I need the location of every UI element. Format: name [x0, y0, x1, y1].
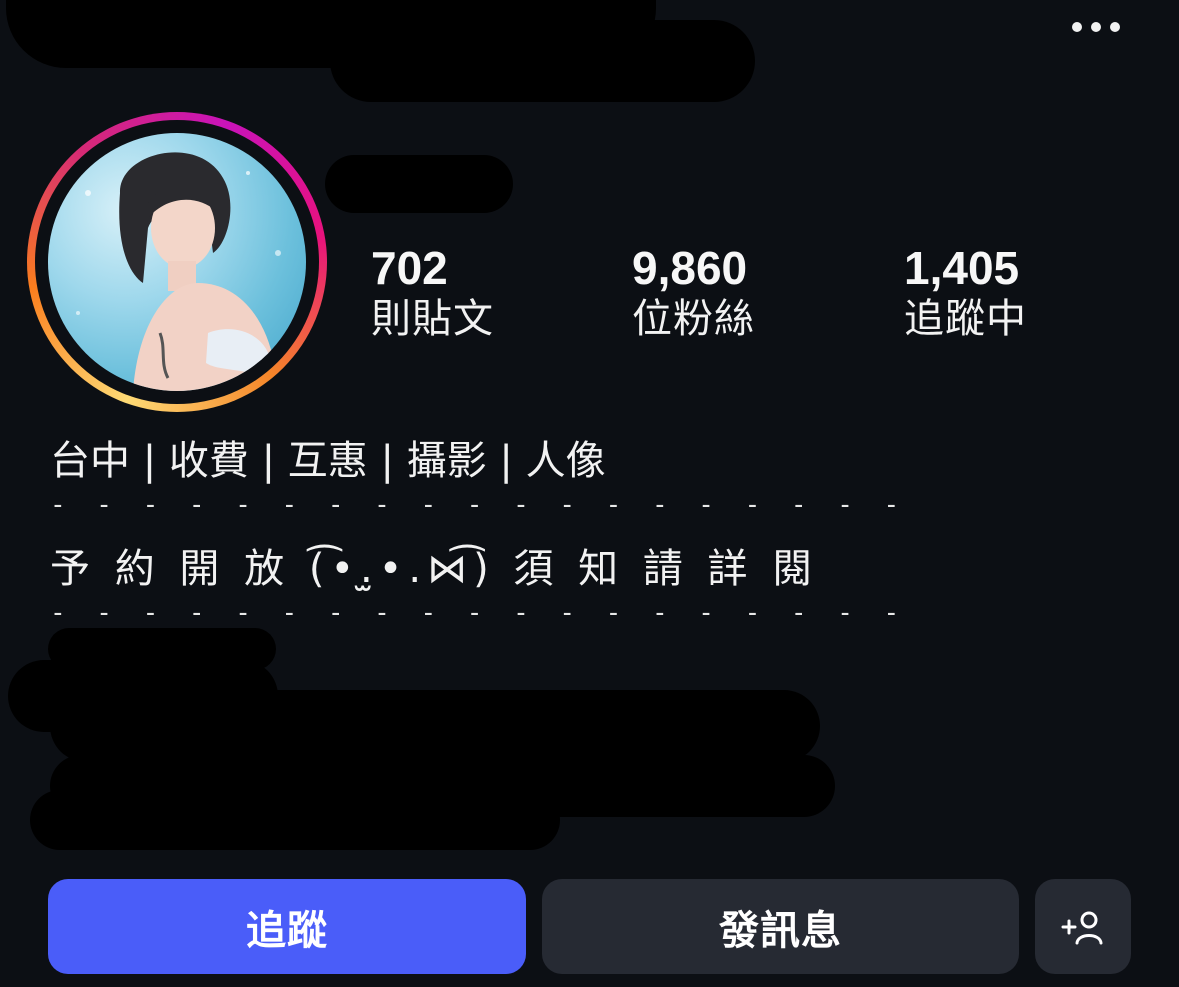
- add-user-icon: [1061, 911, 1103, 944]
- avatar-image: [76, 152, 281, 391]
- bio-line-tags: 台中 | 收費 | 互惠 | 攝影 | 人像: [50, 438, 606, 484]
- add-user-button[interactable]: [1035, 879, 1131, 974]
- following-count: 1,405: [904, 242, 1020, 294]
- follow-button[interactable]: 追蹤: [48, 879, 526, 974]
- more-horizontal-icon[interactable]: [1068, 14, 1124, 40]
- redacted-header-2: [330, 20, 755, 102]
- followers-label: 位粉絲: [632, 296, 755, 342]
- bio-divider-bottom: - - - - - - - - - - - - - - - - - - -: [50, 598, 907, 628]
- message-button[interactable]: 發訊息: [542, 879, 1019, 974]
- avatar: [48, 133, 306, 391]
- posts-label: 則貼文: [371, 296, 494, 342]
- stat-following[interactable]: 1,405 追蹤中: [904, 242, 1027, 344]
- followers-count: 9,860: [632, 242, 748, 294]
- stat-posts[interactable]: 702 則貼文: [371, 242, 494, 344]
- redacted-bio-3: [50, 690, 820, 762]
- stat-followers[interactable]: 9,860 位粉絲: [632, 242, 755, 344]
- redacted-bio-5: [30, 790, 560, 850]
- profile-screen: ヽ… 702 則貼文 9,860 位粉絲 1,405 追蹤中 台中 | 收費 |…: [0, 0, 1179, 987]
- following-label: 追蹤中: [904, 296, 1027, 342]
- avatar-story-ring[interactable]: [27, 112, 327, 412]
- redacted-username: [325, 155, 513, 213]
- bio-divider-top: - - - - - - - - - - - - - - - - - - -: [50, 490, 907, 520]
- bio-line-booking: 予 約 開 放 (͡•.̫•.⋈͡) 須 知 請 詳 閱: [50, 546, 819, 592]
- posts-count: 702: [371, 242, 448, 294]
